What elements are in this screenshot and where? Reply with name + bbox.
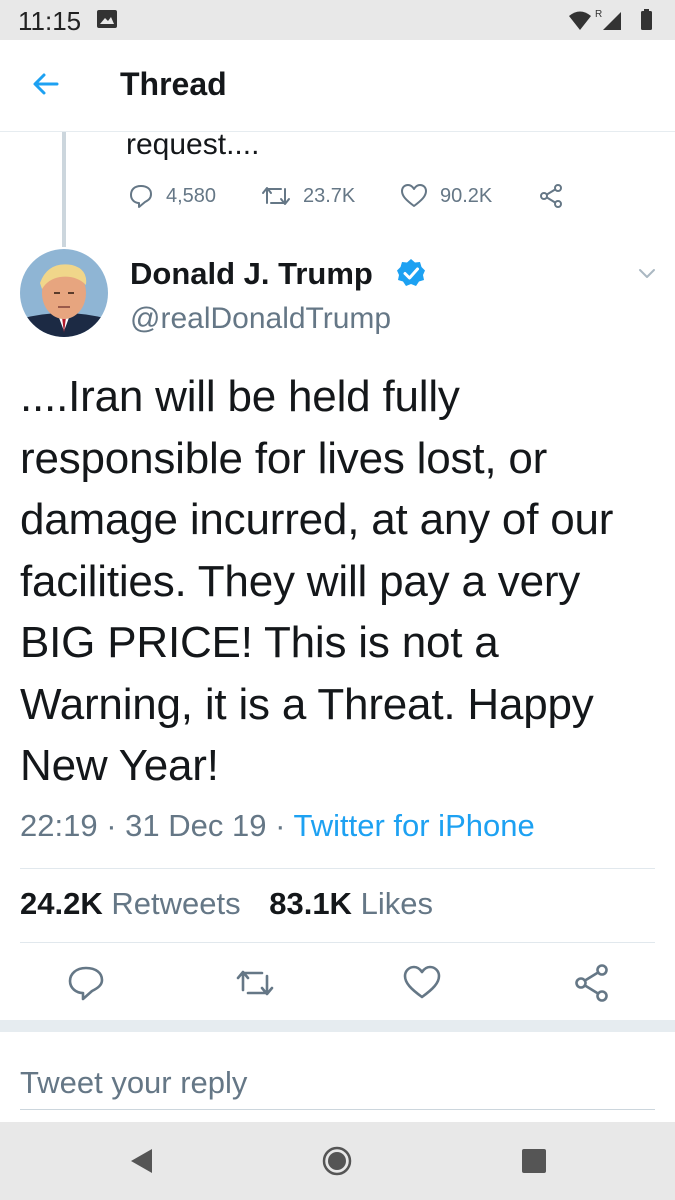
android-nav-bar [0,1122,675,1200]
arrow-left-icon[interactable] [30,68,62,100]
share-icon [540,184,562,208]
tweet-source-link[interactable]: Twitter for iPhone [293,808,534,843]
tweet-text: ....Iran will be held fully responsible … [20,372,614,790]
chevron-down-icon[interactable] [636,262,658,284]
gallery-icon [97,10,117,28]
retweets-count[interactable]: 24.2K [20,886,103,921]
retweets-label[interactable]: Retweets [111,886,240,921]
avatar-image [20,249,108,337]
previous-retweet-button[interactable]: 23.7K [261,178,355,214]
avatar[interactable] [20,249,108,337]
previous-share-button[interactable] [538,178,576,214]
likes-count[interactable]: 83.1K [269,886,352,921]
status-bar: 11:15 R [0,0,675,40]
retweet-icon [262,187,290,205]
previous-reply-count: 4,580 [166,184,217,207]
status-right-icons: R [569,9,652,30]
meta-separator: · [275,808,294,843]
share-icon[interactable] [572,960,612,1006]
previous-tweet-text: request.... [126,128,260,161]
home-circle-icon[interactable] [322,1146,352,1176]
battery-icon [641,11,652,30]
tweet-date: 31 Dec 19 [125,808,267,843]
thread-line [62,132,66,247]
reply-icon[interactable] [66,960,106,1006]
likes-label[interactable]: Likes [361,886,433,921]
tweet-actions [0,960,675,1006]
previous-retweet-count: 23.7K [303,184,356,207]
tweet-time: 22:19 [20,808,98,843]
author-name[interactable]: Donald J. Trump [130,256,373,292]
retweet-icon[interactable] [235,960,275,1006]
author-handle[interactable]: @realDonaldTrump [130,302,391,336]
section-gap [0,1020,675,1032]
previous-tweet-actions: 4,580 23.7K 90.2K [126,178,586,214]
wifi-icon [569,11,591,30]
divider [20,942,655,943]
tweet-meta: 22:19 · 31 Dec 19 · Twitter for iPhone [20,808,535,844]
divider [20,868,655,869]
meta-separator: · [106,808,126,843]
tweet-stats: 24.2K Retweets 83.1K Likes [20,886,453,922]
signal-roaming-icon: R [595,9,602,20]
heart-icon [401,184,427,207]
back-triangle-icon[interactable] [126,1146,156,1176]
page-title: Thread [120,66,227,102]
verified-badge-icon [397,259,425,286]
app-bar: Thread [0,40,675,132]
previous-like-count: 90.2K [440,184,493,207]
recents-square-icon[interactable] [519,1146,549,1176]
reply-icon [130,185,152,208]
reply-input[interactable] [20,1056,655,1110]
previous-like-button[interactable]: 90.2K [400,178,492,214]
status-time: 11:15 [18,6,82,36]
heart-icon[interactable] [402,960,442,1006]
previous-reply-button[interactable]: 4,580 [128,178,216,214]
